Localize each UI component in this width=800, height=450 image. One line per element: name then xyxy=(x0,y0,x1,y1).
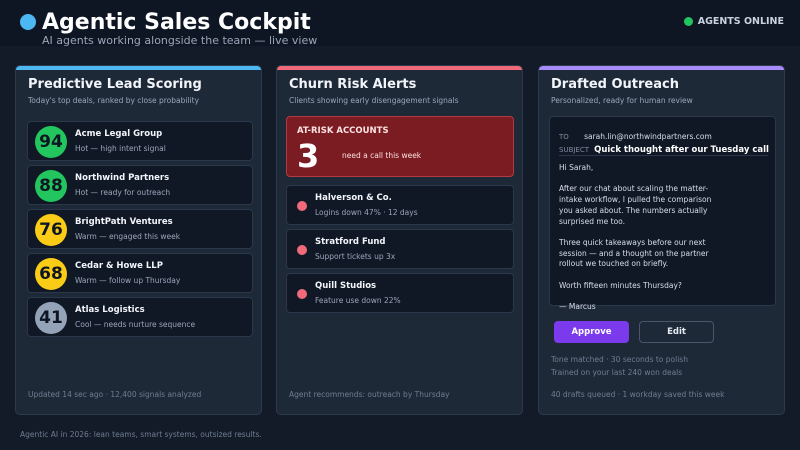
lead-description: Cool — needs nurture sequence xyxy=(75,320,196,329)
at-risk-note: need a call this week xyxy=(342,151,422,160)
logo-icon xyxy=(20,14,36,30)
panel-footer: 40 drafts queued · 1 workday saved this … xyxy=(551,390,725,399)
lead-name: BrightPath Ventures xyxy=(75,217,173,227)
email-line: Three quick takeaways before our next xyxy=(559,237,706,247)
panel-accent-bar xyxy=(277,66,522,70)
lead-score-badge: 76 xyxy=(35,214,67,246)
alert-signal: Feature use down 22% xyxy=(315,296,401,305)
lead-row[interactable]: 41 Atlas Logistics Cool — needs nurture se… xyxy=(27,297,253,337)
email-line: you asked about. The numbers actually xyxy=(559,205,708,215)
risk-indicator-icon xyxy=(297,201,307,211)
lead-row[interactable]: 88 Northwind Partners Hot — ready for outr… xyxy=(27,165,253,205)
app-header: Agentic Sales Cockpit AI agents working … xyxy=(0,0,800,47)
risk-indicator-icon xyxy=(297,289,307,299)
lead-description: Warm — engaged this week xyxy=(75,232,181,241)
panel-accent-bar xyxy=(539,66,784,70)
alert-signal: Support tickets up 3x xyxy=(315,252,396,261)
status-online-icon xyxy=(683,16,693,26)
email-line: surprised me too. xyxy=(559,216,626,226)
lead-score-badge: 68 xyxy=(35,258,67,290)
account-name: Halverson & Co. xyxy=(315,193,392,203)
lead-row[interactable]: 76 BrightPath Ventures Warm — engaged this… xyxy=(27,209,253,249)
agents-status: AGENTS ONLINE xyxy=(683,14,784,28)
email-line: Hi Sarah, xyxy=(559,163,594,172)
page-footer: Agentic AI in 2026: lean teams, smart sy… xyxy=(20,430,262,439)
lead-score-badge: 41 xyxy=(35,302,67,334)
lead-name: Atlas Logistics xyxy=(75,305,145,315)
account-name: Quill Studios xyxy=(315,281,377,291)
status-label: AGENTS ONLINE xyxy=(697,15,784,27)
panel-title: Churn Risk Alerts xyxy=(289,77,417,92)
lead-row[interactable]: 68 Cedar & Howe LLP Warm — follow up Thurs… xyxy=(27,253,253,293)
email-subject-row: SUBJECT Quick thought after our Tuesday … xyxy=(559,137,769,156)
email-line: — Marcus xyxy=(559,302,596,312)
trained-note: Trained on your last 240 won deals xyxy=(551,368,683,377)
lead-row[interactable]: 94 Acme Legal Group Hot — high intent sign… xyxy=(27,121,253,161)
account-name: Stratford Fund xyxy=(315,237,386,247)
lead-score-badge: 94 xyxy=(35,126,67,158)
email-paragraph: Three quick takeaways before our next ses… xyxy=(559,238,769,270)
email-line: session — and a thought on the partner xyxy=(559,248,709,258)
panel-footer: Updated 14 sec ago · 12,400 signals anal… xyxy=(28,390,202,399)
email-line: intake workflow, I pulled the comparison xyxy=(559,195,712,205)
churn-alert-row[interactable]: Quill Studios Feature use down 22% xyxy=(286,273,514,313)
subject-label: SUBJECT xyxy=(559,146,590,154)
email-draft[interactable]: TO sarah.lin@northwindpartners.com SUBJE… xyxy=(549,116,776,311)
lead-score-badge: 88 xyxy=(35,170,67,202)
risk-indicator-icon xyxy=(297,245,307,255)
panel-subtitle: Today's top deals, ranked by close proba… xyxy=(28,96,200,105)
email-paragraph: — Marcus xyxy=(559,302,769,313)
panel-footer: Agent recommends: outreach by Thursday xyxy=(289,390,450,399)
at-risk-count: 3 xyxy=(297,137,320,175)
lead-description: Warm — follow up Thursday xyxy=(75,276,181,285)
lead-description: Hot — high intent signal xyxy=(75,144,166,153)
email-paragraph: Worth fifteen minutes Thursday? xyxy=(559,281,769,292)
lead-scoring-panel: Predictive Lead Scoring Today's top deal… xyxy=(15,65,262,415)
panel-title: Drafted Outreach xyxy=(551,77,679,92)
edit-button[interactable]: Edit xyxy=(639,321,714,343)
churn-alert-row[interactable]: Halverson & Co. Logins down 47% · 12 days xyxy=(286,185,514,225)
churn-alert-row[interactable]: Stratford Fund Support tickets up 3x xyxy=(286,229,514,269)
at-risk-label: AT-RISK ACCOUNTS xyxy=(297,126,389,136)
app-subtitle: AI agents working alongside the team — l… xyxy=(42,34,318,47)
at-risk-summary[interactable]: AT-RISK ACCOUNTS 3 need a call this week xyxy=(286,116,514,177)
email-paragraph: After our chat about scaling the matter-… xyxy=(559,184,769,227)
churn-risk-panel: Churn Risk Alerts Clients showing early … xyxy=(276,65,523,415)
email-line: Worth fifteen minutes Thursday? xyxy=(559,280,682,290)
app-title: Agentic Sales Cockpit xyxy=(42,10,311,35)
email-line: rollout we touched on briefly. xyxy=(559,259,669,269)
alert-signal: Logins down 47% · 12 days xyxy=(315,208,418,217)
email-body: Hi Sarah, After our chat about scaling th… xyxy=(559,163,769,323)
tone-note: Tone matched · 30 seconds to polish xyxy=(551,355,688,364)
email-paragraph: Hi Sarah, xyxy=(559,163,769,174)
panel-title: Predictive Lead Scoring xyxy=(28,77,202,92)
outreach-panel: Drafted Outreach Personalized, ready for… xyxy=(538,65,785,415)
panel-accent-bar xyxy=(16,66,261,70)
lead-name: Northwind Partners xyxy=(75,173,170,183)
email-divider xyxy=(559,155,768,156)
panel-subtitle: Clients showing early disengagement sign… xyxy=(289,96,459,105)
email-subject: Quick thought after our Tuesday call xyxy=(594,145,769,155)
email-line: After our chat about scaling the matter- xyxy=(559,184,709,194)
panel-subtitle: Personalized, ready for human review xyxy=(551,96,693,105)
lead-description: Hot — ready for outreach xyxy=(75,188,171,197)
approve-button[interactable]: Approve xyxy=(554,321,629,343)
lead-name: Acme Legal Group xyxy=(75,129,163,139)
lead-name: Cedar & Howe LLP xyxy=(75,261,163,271)
